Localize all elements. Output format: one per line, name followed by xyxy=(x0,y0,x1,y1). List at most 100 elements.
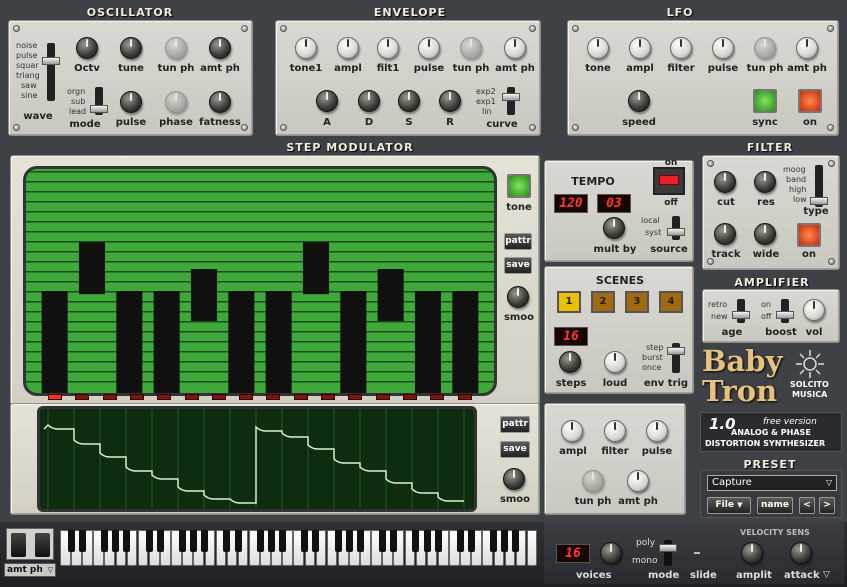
amt-ph-select[interactable]: amt ph ▽ xyxy=(4,563,56,577)
black-key[interactable] xyxy=(234,530,242,552)
black-key[interactable] xyxy=(456,530,464,552)
res-knob[interactable] xyxy=(754,171,776,193)
black-key[interactable] xyxy=(178,530,186,552)
decay-knob[interactable] xyxy=(358,90,380,112)
black-key[interactable] xyxy=(112,530,120,552)
save2-button[interactable]: save xyxy=(500,441,530,458)
next-preset-button[interactable]: > xyxy=(819,497,835,514)
type-opt-band[interactable]: band xyxy=(786,175,806,185)
mod2-ampl-knob[interactable] xyxy=(561,420,583,442)
black-key[interactable] xyxy=(412,530,420,552)
black-key[interactable] xyxy=(490,530,498,552)
scene-2-button[interactable]: 2 xyxy=(591,291,615,313)
scene-3-button[interactable]: 3 xyxy=(625,291,649,313)
pitch-wheel[interactable] xyxy=(11,533,26,557)
black-key[interactable] xyxy=(267,530,275,552)
env-tun-ph-knob[interactable] xyxy=(460,37,482,59)
tone-button[interactable] xyxy=(507,174,531,198)
file-button[interactable]: File ▼ xyxy=(707,497,751,514)
wide-knob[interactable] xyxy=(754,223,776,245)
source-slider[interactable] xyxy=(667,216,685,240)
attack-dropdown-icon[interactable]: ▽ xyxy=(823,570,830,580)
mod2-pulse-knob[interactable] xyxy=(646,420,668,442)
wave-opt-saw[interactable]: saw xyxy=(21,81,37,91)
mod2-filter-knob[interactable] xyxy=(604,420,626,442)
type-opt-low[interactable]: low xyxy=(793,195,807,205)
amt-ph-knob[interactable] xyxy=(209,37,231,59)
age-opt-new[interactable]: new xyxy=(711,312,728,322)
black-key[interactable] xyxy=(223,530,231,552)
filter-type-slider[interactable] xyxy=(810,165,828,207)
wave-opt-noise[interactable]: noise xyxy=(16,41,37,51)
scene-1-button[interactable]: 1 xyxy=(557,291,581,313)
tun-ph-knob[interactable] xyxy=(165,37,187,59)
attack-knob[interactable] xyxy=(316,90,338,112)
prev-preset-button[interactable]: < xyxy=(799,497,815,514)
black-key[interactable] xyxy=(201,530,209,552)
trig-opt-step[interactable]: step xyxy=(646,343,663,353)
env-tone1-knob[interactable] xyxy=(295,37,317,59)
mod2-amt-ph-knob[interactable] xyxy=(627,470,649,492)
lfo-pulse-knob[interactable] xyxy=(712,37,734,59)
black-key[interactable] xyxy=(423,530,431,552)
mod2-tun-ph-knob[interactable] xyxy=(582,470,604,492)
wave-opt-sine[interactable]: sine xyxy=(21,91,37,101)
black-key[interactable] xyxy=(256,530,264,552)
mode-opt-orgn[interactable]: orgn xyxy=(67,87,85,97)
curve-opt-lin[interactable]: lin xyxy=(482,107,492,117)
vel-amplit-knob[interactable] xyxy=(741,542,763,564)
lfo-tone-knob[interactable] xyxy=(587,37,609,59)
lfo-sync-button[interactable] xyxy=(753,89,777,113)
wave-opt-pulse[interactable]: pulse xyxy=(16,51,37,61)
save-button[interactable]: save xyxy=(504,257,532,274)
wave-slider[interactable] xyxy=(42,43,60,101)
tune-knob[interactable] xyxy=(120,37,142,59)
black-key[interactable] xyxy=(78,530,86,552)
env-filt1-knob[interactable] xyxy=(377,37,399,59)
mode-slider[interactable] xyxy=(90,87,108,115)
black-key[interactable] xyxy=(145,530,153,552)
lfo-tun-ph-knob[interactable] xyxy=(754,37,776,59)
black-key[interactable] xyxy=(334,530,342,552)
step-grid[interactable] xyxy=(23,166,497,396)
smoo-knob[interactable] xyxy=(507,286,529,308)
mode-opt-lead[interactable]: lead xyxy=(69,107,86,117)
wave-opt-squar[interactable]: squar xyxy=(16,61,39,71)
black-key[interactable] xyxy=(123,530,131,552)
trig-opt-once[interactable]: once xyxy=(642,363,661,373)
white-key[interactable] xyxy=(526,530,538,566)
voices-knob[interactable] xyxy=(600,542,622,564)
black-key[interactable] xyxy=(190,530,198,552)
octv-knob[interactable] xyxy=(76,37,98,59)
name-button[interactable]: name xyxy=(757,497,793,514)
age-opt-retro[interactable]: retro xyxy=(708,300,727,310)
curve-opt-exp2[interactable]: exp2 xyxy=(476,87,496,97)
black-key[interactable] xyxy=(301,530,309,552)
env-amt-ph-knob[interactable] xyxy=(504,37,526,59)
env-trig-slider[interactable] xyxy=(667,343,685,373)
black-key[interactable] xyxy=(67,530,75,552)
black-key[interactable] xyxy=(379,530,387,552)
preset-select[interactable]: Capture ▽ xyxy=(707,475,837,491)
lfo-filter-knob[interactable] xyxy=(670,37,692,59)
env-ampl-knob[interactable] xyxy=(337,37,359,59)
fatness-knob[interactable] xyxy=(209,91,231,113)
bpm-display[interactable]: 120 xyxy=(554,194,588,213)
lfo-on-button[interactable] xyxy=(798,89,822,113)
smoo2-knob[interactable] xyxy=(503,468,525,490)
voice-mode-slider[interactable] xyxy=(659,540,677,566)
age-slider[interactable] xyxy=(732,299,750,323)
source-opt-syst[interactable]: syst xyxy=(645,228,661,238)
black-key[interactable] xyxy=(156,530,164,552)
sustain-knob[interactable] xyxy=(398,90,420,112)
div-display[interactable]: 03 xyxy=(597,194,631,213)
pattr2-button[interactable]: pattr xyxy=(500,416,530,433)
black-key[interactable] xyxy=(278,530,286,552)
boost-slider[interactable] xyxy=(776,299,794,323)
curve-opt-exp1[interactable]: exp1 xyxy=(476,97,496,107)
trig-opt-burst[interactable]: burst xyxy=(642,353,663,363)
mode-opt-poly[interactable]: poly xyxy=(636,538,655,548)
scene-4-button[interactable]: 4 xyxy=(659,291,683,313)
black-key[interactable] xyxy=(501,530,509,552)
source-opt-local[interactable]: local xyxy=(641,216,660,226)
